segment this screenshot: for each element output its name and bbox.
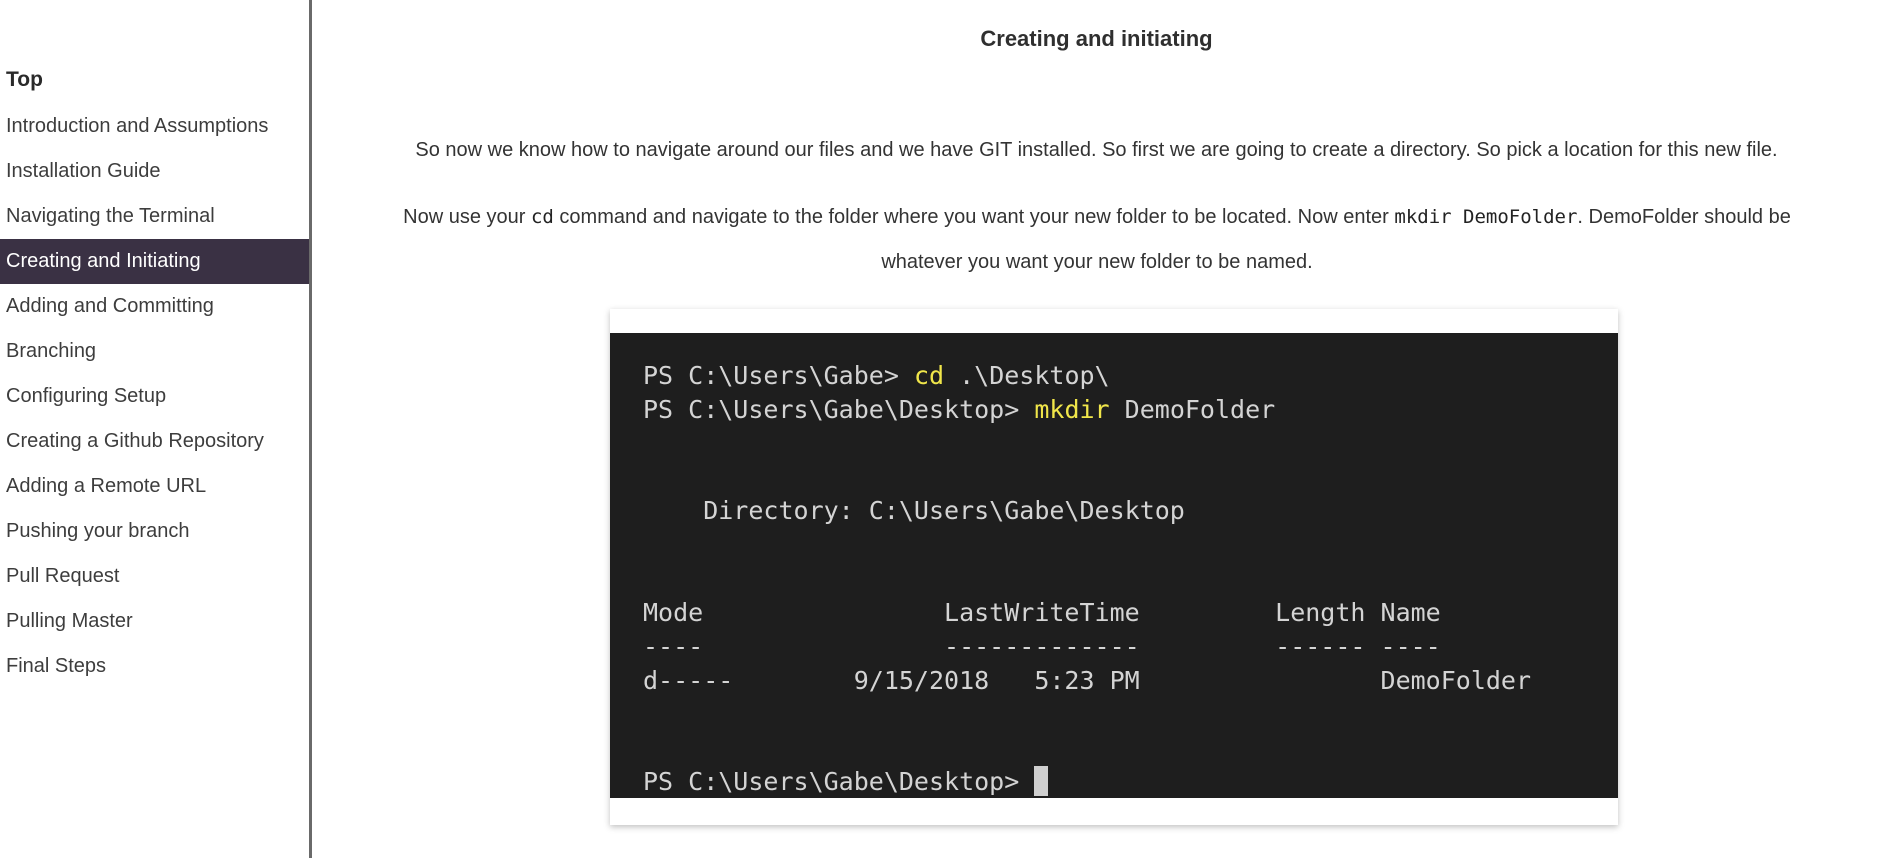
section-heading: Creating and initiating [980,26,1213,51]
terminal-window: PS C:\Users\Gabe> cd .\Desktop\ PS C:\Us… [610,333,1618,798]
terminal-line-cd: PS C:\Users\Gabe> cd .\Desktop\ [643,359,1110,393]
prompt-text: PS C:\Users\Gabe\Desktop> [643,767,1035,796]
instruction-text-2: command and navigate to the folder where… [553,206,1395,228]
prompt-text: PS C:\Users\Gabe\Desktop> [643,395,1035,424]
sidebar-item-branching[interactable]: Branching [0,329,309,374]
terminal-directory-line: Directory: C:\Users\Gabe\Desktop [643,496,1185,525]
terminal-final-prompt: PS C:\Users\Gabe\Desktop> [643,765,1049,798]
sidebar-item-pulling-master[interactable]: Pulling Master [0,599,309,644]
sidebar-item-final-steps[interactable]: Final Steps [0,644,309,689]
terminal-table-row: d----- 9/15/2018 5:23 PM DemoFolder [643,666,1532,695]
sidebar-item-configuring-setup[interactable]: Configuring Setup [0,374,309,419]
sidebar-item-adding-committing[interactable]: Adding and Committing [0,284,309,329]
sidebar-item-installation[interactable]: Installation Guide [0,149,309,194]
sidebar-item-introduction[interactable]: Introduction and Assumptions [0,104,309,149]
sidebar-item-navigating[interactable]: Navigating the Terminal [0,194,309,239]
sidebar-item-pull-request[interactable]: Pull Request [0,554,309,599]
sidebar-item-creating-initiating[interactable]: Creating and Initiating [0,239,309,284]
terminal-cursor [1034,766,1049,796]
sidebar-nav: Top Introduction and Assumptions Install… [0,0,312,858]
sidebar-item-pushing-branch[interactable]: Pushing your branch [0,509,309,554]
intro-paragraph: So now we know how to navigate around ou… [415,139,1778,161]
sidebar-item-top[interactable]: Top [0,60,309,100]
command-arg: DemoFolder [1109,395,1276,424]
sidebar-item-remote-url[interactable]: Adding a Remote URL [0,464,309,509]
terminal-line-mkdir: PS C:\Users\Gabe\Desktop> mkdir DemoFold… [643,393,1275,427]
command-arg: .\Desktop\ [944,361,1110,390]
terminal-screenshot: PS C:\Users\Gabe> cd .\Desktop\ PS C:\Us… [610,309,1618,825]
prompt-text: PS C:\Users\Gabe> [643,361,914,390]
command-mkdir: mkdir [1034,395,1110,424]
inline-code-cd: cd [530,206,554,228]
sidebar-list: Top Introduction and Assumptions Install… [0,60,309,689]
terminal-table-header: Mode LastWriteTime Length Name [643,598,1441,627]
terminal-table-separator: ---- ------------- ------ ---- [643,632,1441,661]
command-cd: cd [913,361,945,390]
main-content: Creating and initiating So now we know h… [312,0,1881,858]
inline-code-mkdir: mkdir DemoFolder [1394,206,1578,228]
instruction-text-1: Now use your [403,206,531,228]
page: Top Introduction and Assumptions Install… [0,0,1881,858]
sidebar-item-github-repository[interactable]: Creating a Github Repository [0,419,309,464]
instruction-paragraph: Now use your cd command and navigate to … [397,195,1797,285]
